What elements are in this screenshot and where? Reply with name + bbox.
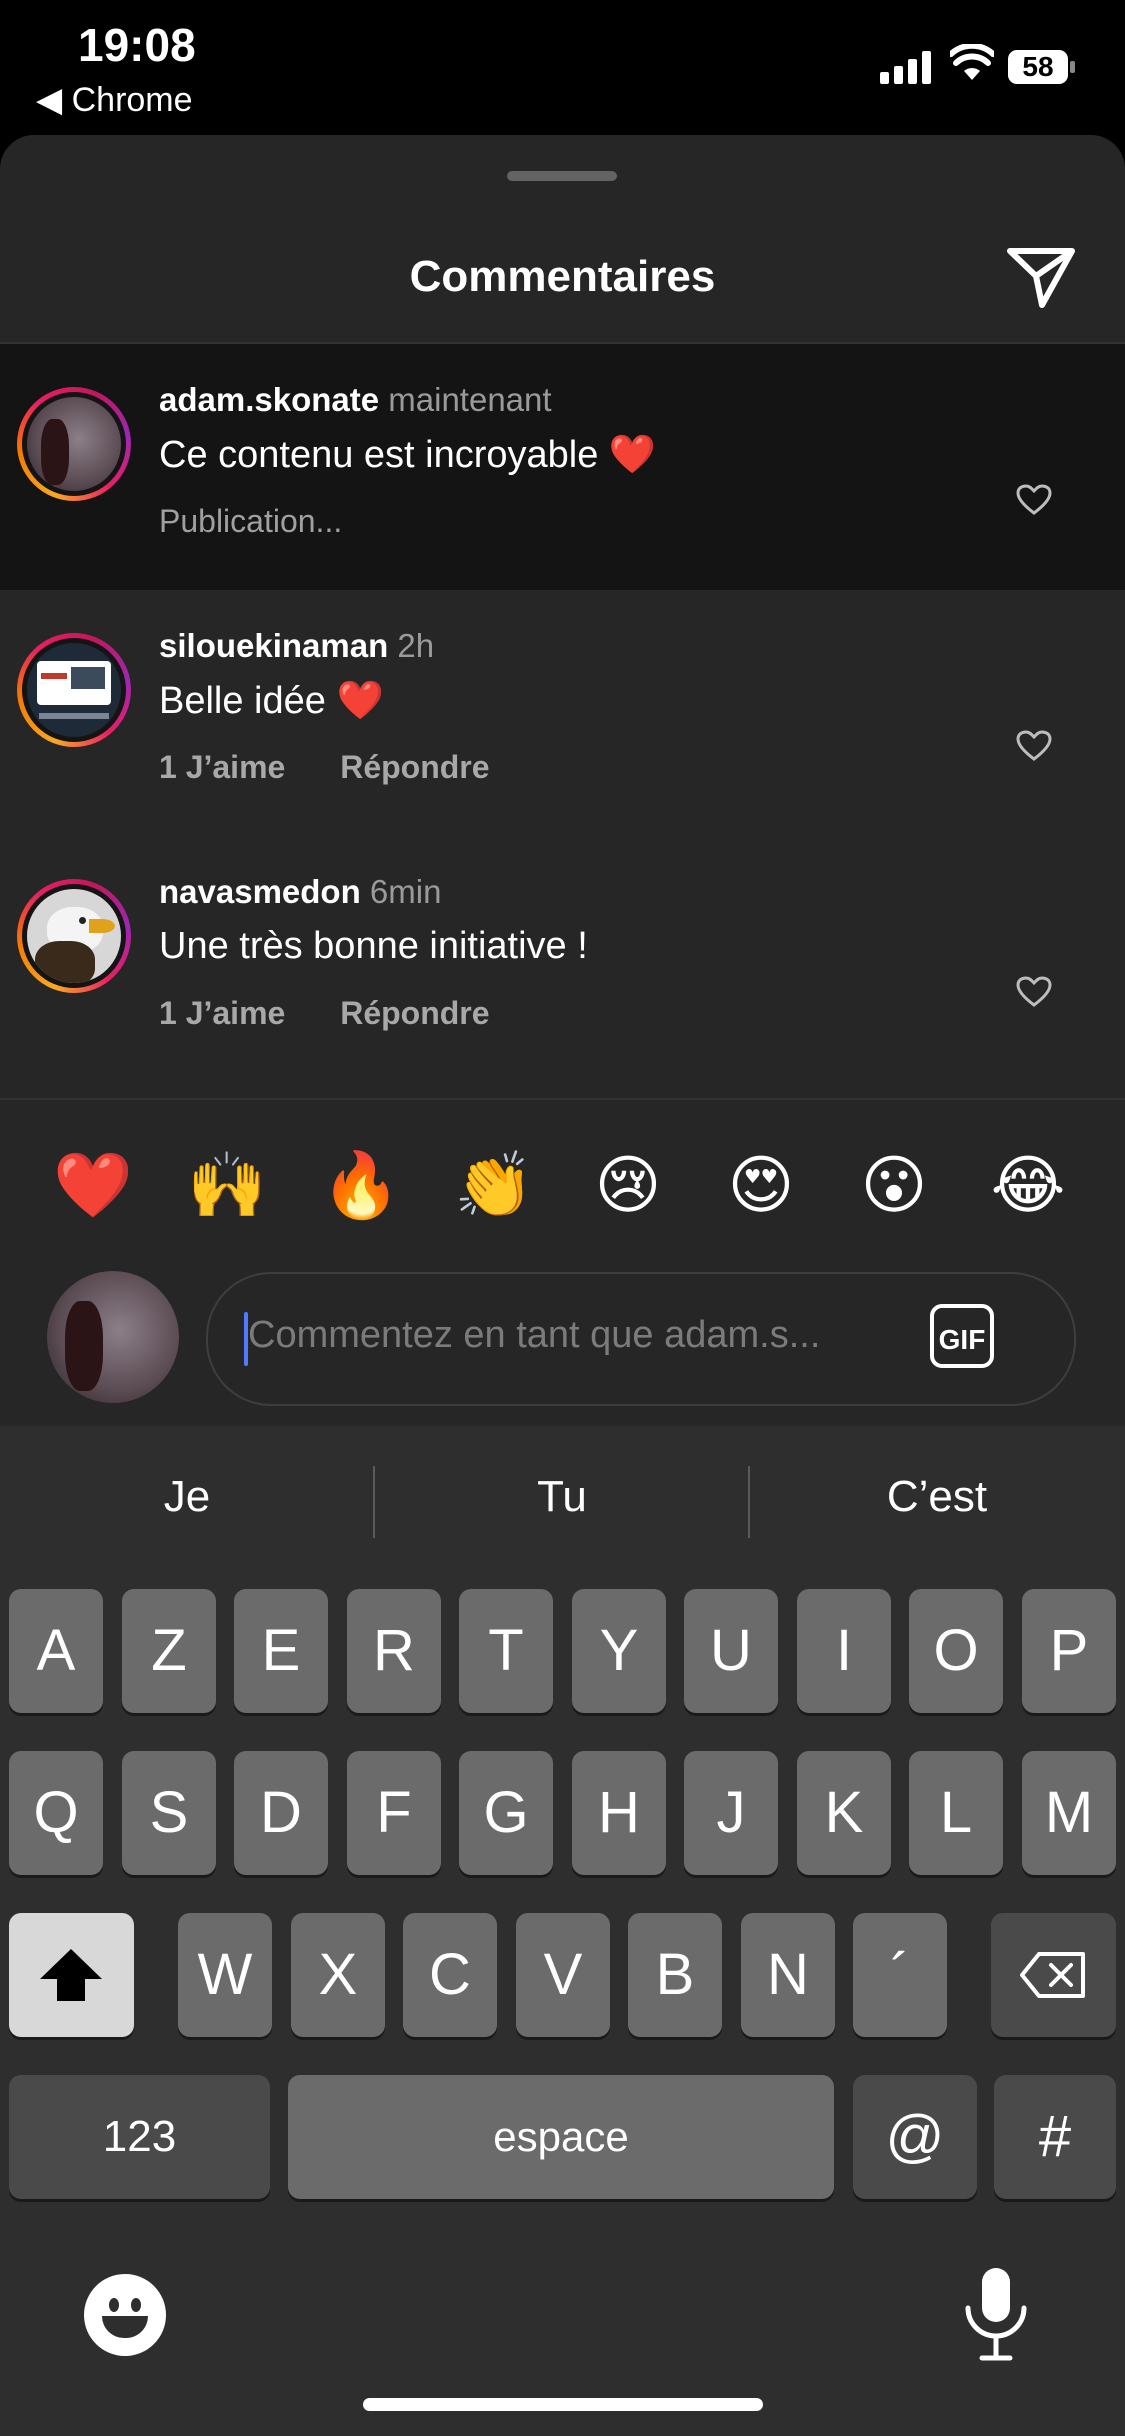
- like-heart-icon[interactable]: [1016, 730, 1052, 762]
- reaction-emoji[interactable]: 😮: [849, 1150, 939, 1220]
- suggestion[interactable]: C’est: [750, 1472, 1124, 1522]
- numbers-key[interactable]: 123: [9, 2075, 270, 2199]
- key[interactable]: B: [628, 1913, 722, 2037]
- back-app-label: Chrome: [71, 81, 193, 119]
- key[interactable]: K: [797, 1751, 891, 1875]
- reply-button[interactable]: Répondre: [340, 995, 489, 1031]
- key[interactable]: M: [1022, 1751, 1116, 1875]
- keyboard: Je Tu C’est A Z E R T Y U I O P Q S D F …: [0, 1426, 1125, 2436]
- comment-text: Ce contenu est incroyable ❤️: [159, 434, 657, 476]
- comment-likes-count[interactable]: 1 J’aime: [159, 995, 285, 1031]
- key[interactable]: X: [291, 1913, 385, 2037]
- comment-username[interactable]: silouekinaman 2h: [159, 627, 434, 665]
- comment-input[interactable]: Commentez en tant que adam.s... GIF: [206, 1272, 1076, 1406]
- space-key[interactable]: espace: [288, 2075, 834, 2199]
- avatar[interactable]: [17, 387, 131, 501]
- suggestion[interactable]: Tu: [375, 1472, 749, 1522]
- comment-item[interactable]: silouekinaman 2h Belle idée ❤️ 1 J’aime …: [0, 590, 1125, 836]
- status-time: 19:08: [78, 19, 196, 71]
- gif-button[interactable]: GIF: [930, 1304, 994, 1368]
- key[interactable]: E: [234, 1589, 328, 1713]
- quick-reactions-bar: ❤️ 🙌 🔥 👏 😢 😍 😮 😂: [0, 1150, 1125, 1220]
- comment-username[interactable]: navasmedon 6min: [159, 873, 441, 911]
- key[interactable]: Q: [9, 1751, 103, 1875]
- key[interactable]: J: [684, 1751, 778, 1875]
- key[interactable]: Z: [122, 1589, 216, 1713]
- key[interactable]: R: [347, 1589, 441, 1713]
- current-user-avatar: [47, 1271, 179, 1403]
- reaction-emoji[interactable]: 🙌: [182, 1150, 272, 1220]
- key[interactable]: U: [684, 1589, 778, 1713]
- key[interactable]: I: [797, 1589, 891, 1713]
- key[interactable]: V: [516, 1913, 610, 2037]
- key[interactable]: D: [234, 1751, 328, 1875]
- microphone-icon[interactable]: [960, 2264, 1032, 2364]
- sheet-drag-handle[interactable]: [507, 171, 617, 181]
- battery-icon: 58: [1008, 50, 1075, 84]
- comment-time: 6min: [369, 873, 442, 910]
- key[interactable]: T: [459, 1589, 553, 1713]
- comment-actions: 1 J’aime Répondre: [159, 995, 490, 1032]
- comment-username[interactable]: adam.skonate maintenant: [159, 381, 552, 419]
- shift-arrow-icon: [40, 1949, 102, 2001]
- key[interactable]: G: [459, 1751, 553, 1875]
- comment-likes-count[interactable]: 1 J’aime: [159, 749, 285, 785]
- key[interactable]: Y: [572, 1589, 666, 1713]
- comment-actions: 1 J’aime Répondre: [159, 749, 490, 786]
- reaction-emoji[interactable]: 😢: [583, 1150, 673, 1220]
- reaction-emoji[interactable]: 🔥: [316, 1150, 406, 1220]
- reaction-emoji[interactable]: ❤️: [48, 1150, 138, 1220]
- comment-item[interactable]: navasmedon 6min Une très bonne initiativ…: [0, 836, 1125, 1082]
- avatar[interactable]: [17, 633, 131, 747]
- shift-key[interactable]: [9, 1913, 134, 2037]
- avatar[interactable]: [17, 879, 131, 993]
- home-indicator[interactable]: [363, 2398, 763, 2411]
- key[interactable]: A: [9, 1589, 103, 1713]
- emoji-keyboard-icon[interactable]: [84, 2274, 166, 2356]
- hash-key[interactable]: #: [994, 2075, 1116, 2199]
- comment-input-placeholder: Commentez en tant que adam.s...: [248, 1314, 821, 1356]
- key[interactable]: F: [347, 1751, 441, 1875]
- reaction-emoji[interactable]: 😍: [716, 1150, 806, 1220]
- divider: [0, 1098, 1125, 1100]
- back-triangle-icon: ◀: [36, 81, 63, 119]
- comments-sheet: Commentaires adam.skonate maintenant Ce …: [0, 135, 1125, 1435]
- key[interactable]: P: [1022, 1589, 1116, 1713]
- cellular-signal-icon: [880, 50, 934, 84]
- back-to-app-link[interactable]: ◀ Chrome: [36, 80, 193, 120]
- status-bar: 19:08 ◀ Chrome 58: [0, 0, 1125, 135]
- key[interactable]: S: [122, 1751, 216, 1875]
- comment-text: Une très bonne initiative !: [159, 925, 588, 967]
- key[interactable]: H: [572, 1751, 666, 1875]
- comment-text: Belle idée ❤️: [159, 680, 384, 722]
- key[interactable]: N: [741, 1913, 835, 2037]
- reaction-emoji[interactable]: 😂: [983, 1150, 1073, 1220]
- key[interactable]: O: [909, 1589, 1003, 1713]
- backspace-icon: [1020, 1952, 1085, 1998]
- suggestion[interactable]: Je: [0, 1472, 374, 1522]
- comment-item[interactable]: adam.skonate maintenant Ce contenu est i…: [0, 344, 1125, 590]
- reaction-emoji[interactable]: 👏: [449, 1150, 539, 1220]
- at-key[interactable]: @: [853, 2075, 977, 2199]
- like-heart-icon[interactable]: [1016, 976, 1052, 1008]
- battery-level: 58: [1022, 51, 1054, 82]
- key[interactable]: L: [909, 1751, 1003, 1875]
- like-heart-icon[interactable]: [1016, 484, 1052, 516]
- reply-button[interactable]: Répondre: [340, 749, 489, 785]
- wifi-icon: [950, 44, 994, 80]
- comment-posting-status: Publication...: [159, 503, 343, 539]
- sheet-title: Commentaires: [409, 252, 716, 301]
- key[interactable]: ´: [853, 1913, 947, 2037]
- comment-time: 2h: [397, 627, 435, 664]
- key[interactable]: W: [178, 1913, 272, 2037]
- backspace-key[interactable]: [991, 1913, 1116, 2037]
- key[interactable]: C: [403, 1913, 497, 2037]
- comment-time: maintenant: [388, 381, 552, 418]
- send-icon[interactable]: [1004, 241, 1078, 311]
